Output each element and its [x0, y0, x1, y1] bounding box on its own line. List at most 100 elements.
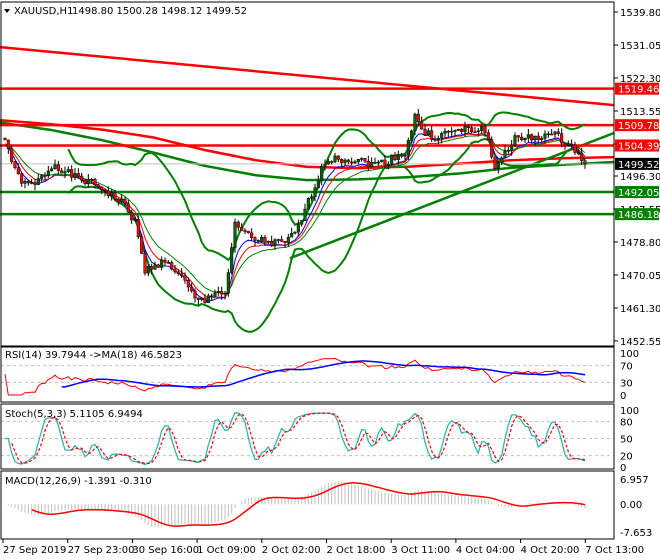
candle-body — [326, 161, 330, 165]
candle-body — [340, 159, 344, 163]
time-axis-label: 27 Sep 23:00 — [68, 545, 135, 556]
time-axis-label: 4 Oct 04:00 — [456, 545, 515, 556]
candle-body — [583, 160, 587, 165]
candle-body — [70, 169, 74, 178]
candle-body — [296, 224, 300, 233]
time-axis-label: 30 Sep 16:00 — [132, 545, 199, 556]
time-axis-label: 2 Oct 18:00 — [327, 545, 386, 556]
candle-body — [466, 126, 470, 128]
time-axis-label: 2 Oct 02:00 — [262, 545, 321, 556]
candle[interactable] — [390, 154, 394, 166]
price-axis-label: 1513.55 — [620, 107, 660, 118]
candle-body — [400, 154, 404, 157]
candle-body — [180, 273, 184, 276]
trading-chart[interactable]: 10070300 1008050200 6.9570.00-7.653 1539… — [0, 0, 660, 560]
candle-body — [536, 135, 540, 141]
candle-body — [356, 158, 360, 163]
candle-body — [130, 211, 134, 221]
candle-body — [493, 156, 497, 169]
candle-body — [33, 182, 37, 185]
candle-body — [166, 262, 170, 264]
candle-body — [393, 154, 397, 160]
candle[interactable] — [306, 197, 310, 210]
candle-body — [333, 155, 337, 163]
candle-body — [40, 175, 44, 179]
price-axis-label: 1539.80 — [620, 8, 660, 19]
candle-body — [160, 259, 164, 268]
candle-body — [473, 131, 477, 134]
candle-body — [453, 130, 457, 132]
candle[interactable] — [493, 156, 497, 171]
candle-body — [526, 134, 530, 139]
candle-body — [490, 139, 494, 158]
candle[interactable] — [230, 242, 234, 275]
candle-body — [370, 162, 374, 167]
candle[interactable] — [226, 268, 230, 297]
price-axis-label: 1531.05 — [620, 41, 660, 52]
candle-body — [573, 144, 577, 153]
candle[interactable] — [140, 233, 144, 254]
candle-body — [436, 137, 440, 140]
candle-body — [366, 161, 370, 167]
time-axis-label: 7 Oct 13:00 — [585, 545, 644, 556]
candle-body — [86, 179, 90, 185]
candle-body — [16, 167, 20, 174]
candle-body — [90, 179, 94, 181]
candle[interactable] — [380, 159, 384, 163]
candle-body — [373, 161, 377, 164]
candle-body — [93, 179, 97, 185]
candle-body — [570, 143, 574, 146]
candle-body — [263, 237, 267, 243]
candle-body — [286, 236, 290, 243]
candle-body — [276, 239, 280, 241]
candle-body — [563, 142, 567, 146]
candle-body — [203, 297, 207, 303]
candle-body — [390, 154, 394, 165]
price-axis-label: 1478.80 — [620, 238, 660, 249]
rsi-label: RSI(14) 39.7944 ->MA(18) 46.5823 — [5, 350, 182, 361]
macd-label: MACD(12,26,9) -1.391 -0.310 — [5, 476, 152, 487]
candle-body — [260, 237, 264, 242]
price-axis-label: 1452.55 — [620, 337, 660, 348]
candle-body — [413, 113, 417, 132]
candle-body — [46, 170, 50, 176]
candle-body — [110, 192, 114, 197]
candle-body — [173, 268, 177, 273]
candle-body — [580, 152, 584, 161]
candle-body — [433, 138, 437, 141]
candle-body — [270, 240, 274, 246]
candle-body — [66, 169, 70, 172]
candle-body — [240, 227, 244, 231]
candle-body — [63, 171, 67, 174]
candle-body — [106, 190, 110, 197]
candle-body — [123, 198, 127, 205]
candle-body — [456, 129, 460, 131]
candle[interactable] — [143, 249, 147, 276]
candle-body — [183, 275, 187, 281]
candle-body — [26, 181, 30, 184]
candle-body — [533, 135, 537, 141]
candle-body — [500, 157, 504, 163]
candle-body — [426, 130, 430, 136]
candle[interactable] — [3, 137, 7, 141]
candle-body — [6, 139, 10, 149]
candle-body — [273, 239, 277, 246]
candle-body — [480, 126, 484, 131]
candle-body — [363, 158, 367, 162]
rsi-axis-label: 0 — [620, 391, 626, 402]
candle-body — [306, 198, 310, 210]
candle-body — [230, 247, 234, 273]
candle-body — [136, 219, 140, 238]
candle-body — [213, 292, 217, 297]
candle-body — [410, 130, 414, 141]
candle[interactable] — [490, 136, 494, 160]
candle[interactable] — [456, 128, 460, 131]
candle-body — [290, 232, 294, 238]
candle-body — [310, 196, 314, 199]
symbol-label: XAUUSD,H1 — [14, 6, 73, 17]
candle-body — [246, 230, 250, 234]
candle-body — [386, 163, 390, 166]
candle-body — [176, 271, 180, 274]
candle[interactable] — [136, 215, 140, 239]
candle-body — [293, 231, 297, 234]
